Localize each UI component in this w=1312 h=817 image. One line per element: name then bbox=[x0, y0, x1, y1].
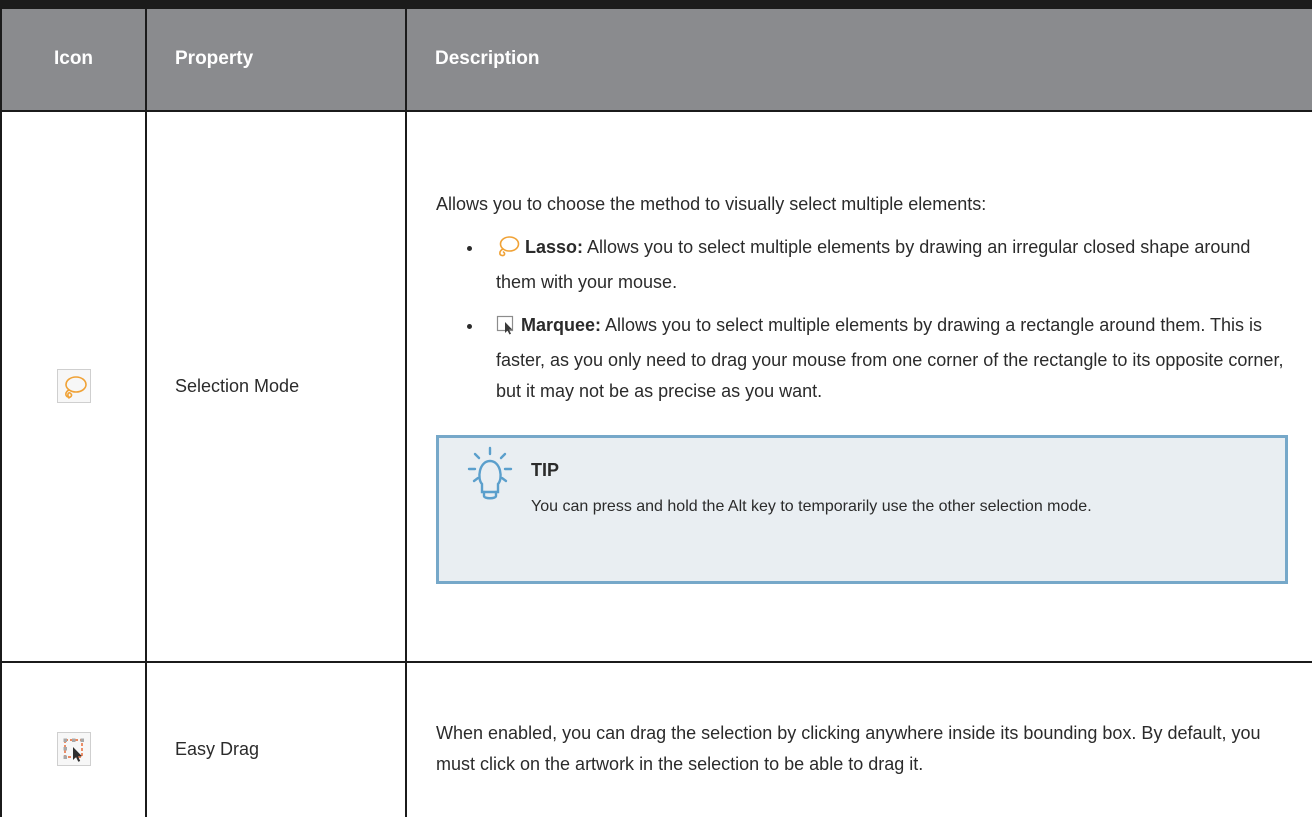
table-row-easy-drag: Easy Drag When enabled, you can drag the… bbox=[0, 661, 1312, 817]
description-text: Allows you to choose the method to visua… bbox=[436, 193, 987, 214]
mode-description: Allows you to select multiple elements b… bbox=[496, 314, 1284, 401]
easy-drag-icon bbox=[56, 732, 91, 766]
mode-name: Lasso: bbox=[525, 236, 584, 257]
properties-table: Icon Property Description Selection Mode bbox=[0, 0, 1312, 817]
list-item-lasso: Lasso: Allows you to select multiple ele… bbox=[467, 232, 1284, 298]
description-text: When enabled, you can drag the selection… bbox=[436, 723, 1261, 774]
description-cell: When enabled, you can drag the selection… bbox=[405, 661, 1312, 817]
lasso-icon bbox=[496, 235, 520, 267]
icon-cell bbox=[0, 109, 147, 663]
list-item-marquee: Marquee: Allows you to select multiple e… bbox=[467, 310, 1284, 407]
lasso-icon bbox=[56, 369, 91, 403]
property-table-page: Icon Property Description Selection Mode bbox=[0, 0, 1312, 817]
header-description: Description bbox=[405, 0, 1312, 111]
table-header-row: Icon Property Description bbox=[0, 0, 1312, 111]
icon-cell bbox=[0, 661, 147, 817]
mode-list: Lasso: Allows you to select multiple ele… bbox=[436, 232, 1284, 407]
mode-name: Marquee: bbox=[521, 314, 602, 335]
tip-text: You can press and hold the Alt key to te… bbox=[531, 497, 1092, 515]
header-property: Property bbox=[145, 0, 406, 111]
property-name: Easy Drag bbox=[145, 661, 407, 817]
tip-title: TIP bbox=[531, 459, 560, 480]
tip-box: TIP You can press and hold the Alt key t… bbox=[436, 434, 1288, 584]
header-icon: Icon bbox=[0, 0, 146, 111]
description-cell: Allows you to choose the method to visua… bbox=[405, 109, 1312, 663]
marquee-icon bbox=[496, 314, 516, 345]
table-row-selection-mode: Selection Mode Allows you to choose the … bbox=[0, 109, 1312, 663]
property-name: Selection Mode bbox=[145, 109, 407, 663]
lightbulb-icon bbox=[467, 444, 513, 512]
mode-description: Allows you to select multiple elements b… bbox=[496, 236, 1251, 292]
